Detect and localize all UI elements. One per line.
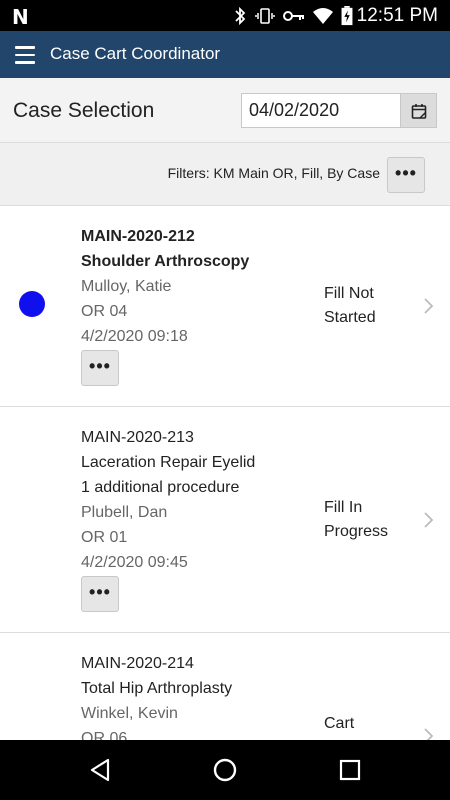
battery-charging-icon — [341, 6, 353, 26]
case-surgeon: Winkel, Kevin — [81, 705, 178, 722]
case-additional-procedures: 1 additional procedure — [81, 479, 240, 496]
case-procedure: Total Hip Arthroplasty — [81, 680, 233, 697]
bluetooth-icon — [235, 6, 246, 26]
case-room: OR 01 — [81, 529, 128, 546]
case-procedure: Shoulder Arthroscopy — [81, 253, 250, 270]
case-more-button[interactable]: ••• — [81, 576, 119, 612]
case-status: Cart Started — [324, 715, 376, 740]
more-icon: ••• — [89, 582, 111, 602]
app-title: Case Cart Coordinator — [50, 44, 221, 63]
vpn-key-icon — [283, 11, 304, 21]
home-icon[interactable] — [212, 757, 238, 783]
filter-bar: Filters: KM Main OR, Fill, By Case ••• — [0, 142, 450, 206]
chevron-right-icon — [424, 298, 434, 314]
case-selection-label: Case Selection — [13, 99, 155, 122]
case-status-dot — [19, 291, 45, 317]
case-list[interactable]: MAIN-2020-212 Shoulder Arthroscopy Mullo… — [0, 206, 450, 740]
case-item[interactable]: MAIN-2020-213 Laceration Repair Eyelid 1… — [0, 407, 450, 633]
filters-summary: Filters: KM Main OR, Fill, By Case — [167, 165, 380, 181]
case-selection-header: Case Selection — [0, 78, 450, 142]
vibrate-icon — [255, 8, 275, 24]
case-id: MAIN-2020-214 — [81, 655, 194, 672]
case-datetime: 4/2/2020 09:18 — [81, 328, 188, 345]
n-logo: N — [12, 5, 29, 29]
case-status: Fill Not Started — [324, 285, 376, 326]
case-room: OR 06 — [81, 730, 128, 740]
calendar-icon — [411, 104, 427, 119]
more-icon: ••• — [89, 356, 111, 376]
case-room: OR 04 — [81, 303, 128, 320]
case-surgeon: Plubell, Dan — [81, 504, 168, 521]
case-procedure: Laceration Repair Eyelid — [81, 454, 256, 471]
case-datetime: 4/2/2020 09:45 — [81, 554, 188, 571]
case-id: MAIN-2020-212 — [81, 228, 195, 245]
wifi-icon — [313, 8, 333, 24]
system-nav-bar — [0, 740, 450, 800]
case-item[interactable]: MAIN-2020-214 Total Hip Arthroplasty Win… — [0, 633, 450, 740]
calendar-button[interactable] — [400, 93, 437, 128]
chevron-right-icon — [424, 728, 434, 740]
status-time: 12:51 PM — [356, 5, 438, 26]
case-status: Fill In Progress — [324, 499, 389, 540]
case-more-button[interactable]: ••• — [81, 350, 119, 386]
more-icon: ••• — [395, 163, 417, 183]
filters-more-button[interactable]: ••• — [387, 157, 425, 193]
status-bar: N 12:51 PM — [0, 0, 450, 31]
hamburger-menu-icon[interactable] — [15, 46, 35, 64]
recents-icon[interactable] — [338, 757, 362, 783]
date-field[interactable] — [241, 93, 401, 128]
chevron-right-icon — [424, 512, 434, 528]
case-id: MAIN-2020-213 — [81, 429, 194, 446]
case-item[interactable]: MAIN-2020-212 Shoulder Arthroscopy Mullo… — [0, 206, 450, 407]
app-bar: Case Cart Coordinator — [0, 31, 450, 78]
case-surgeon: Mulloy, Katie — [81, 278, 172, 295]
back-icon[interactable] — [88, 757, 112, 783]
